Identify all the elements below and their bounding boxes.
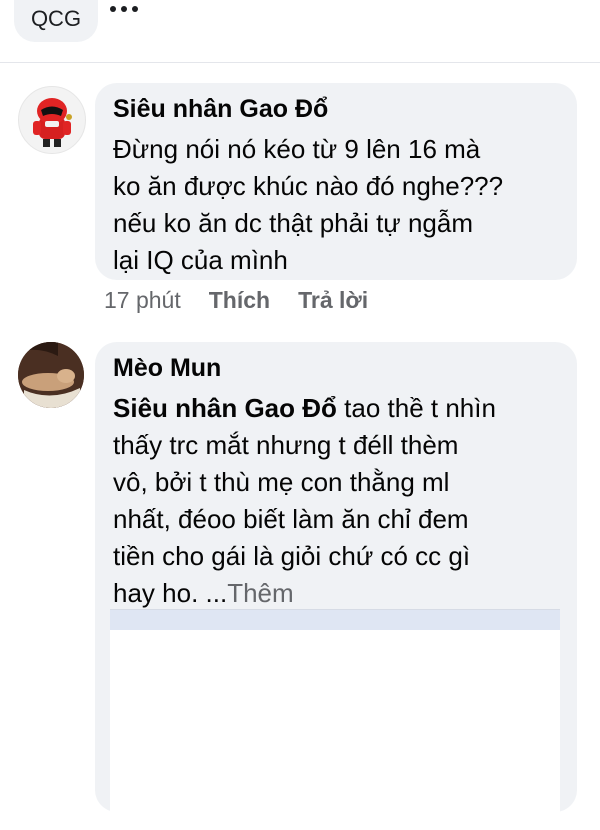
comment-line: thấy trc mắt nhưng t đéll thèm [113,430,459,460]
comment-text: Siêu nhân Gao Đổ tao thề t nhìn thấy trc… [113,390,568,612]
like-button[interactable]: Thích [209,287,270,314]
avatar[interactable] [18,342,84,408]
comment-text: Đừng nói nó kéo từ 9 lên 16 mà ko ăn đượ… [113,131,568,279]
comment-line: vô, bởi t thù mẹ con thằng ml [113,467,450,497]
comment-line: Đừng nói nó kéo từ 9 lên 16 mà [113,134,481,164]
divider [0,62,600,63]
comment-time[interactable]: 17 phút [104,287,181,314]
top-bar: QCG [0,0,600,50]
comment-line: tiền cho gái là giỏi chứ có cc gì [113,541,471,571]
comment-bubble: Mèo Mun Siêu nhân Gao Đổ tao thề t nhìn … [95,342,577,830]
painting-avatar-icon [18,342,84,408]
reply-button[interactable]: Trả lời [298,287,368,314]
red-ranger-avatar-icon [33,98,72,147]
comment-fragment: tao thề t nhìn [336,393,496,423]
attachment-preview[interactable] [110,609,560,830]
comment-line: nhất, đéoo biết làm ăn chỉ đem [113,504,469,534]
comment-line: nếu ko ăn dc thật phải tự ngẫm [113,208,473,238]
mention-link[interactable]: Siêu nhân Gao Đổ [113,393,337,423]
comment-meta: 17 phút Thích Trả lời [104,287,368,314]
group-chip[interactable]: QCG [14,0,98,42]
see-more-link[interactable]: Thêm [227,578,293,608]
comment-bubble: Siêu nhân Gao Đổ Đừng nói nó kéo từ 9 lê… [95,83,577,280]
comment-line: hay ho. ...Thêm [113,575,568,612]
comment-line: Siêu nhân Gao Đổ tao thề t nhìn [113,390,568,427]
comment-line: ko ăn được khúc nào đó nghe??? [113,171,504,201]
more-dots-icon[interactable] [110,6,138,12]
attachment-header-strip [110,610,560,630]
comment-fragment: hay ho. ... [113,578,228,608]
avatar[interactable] [18,86,86,154]
comment-author[interactable]: Mèo Mun [113,354,221,383]
comment-line: lại IQ của mình [113,245,288,275]
comment-author[interactable]: Siêu nhân Gao Đổ [113,95,328,124]
